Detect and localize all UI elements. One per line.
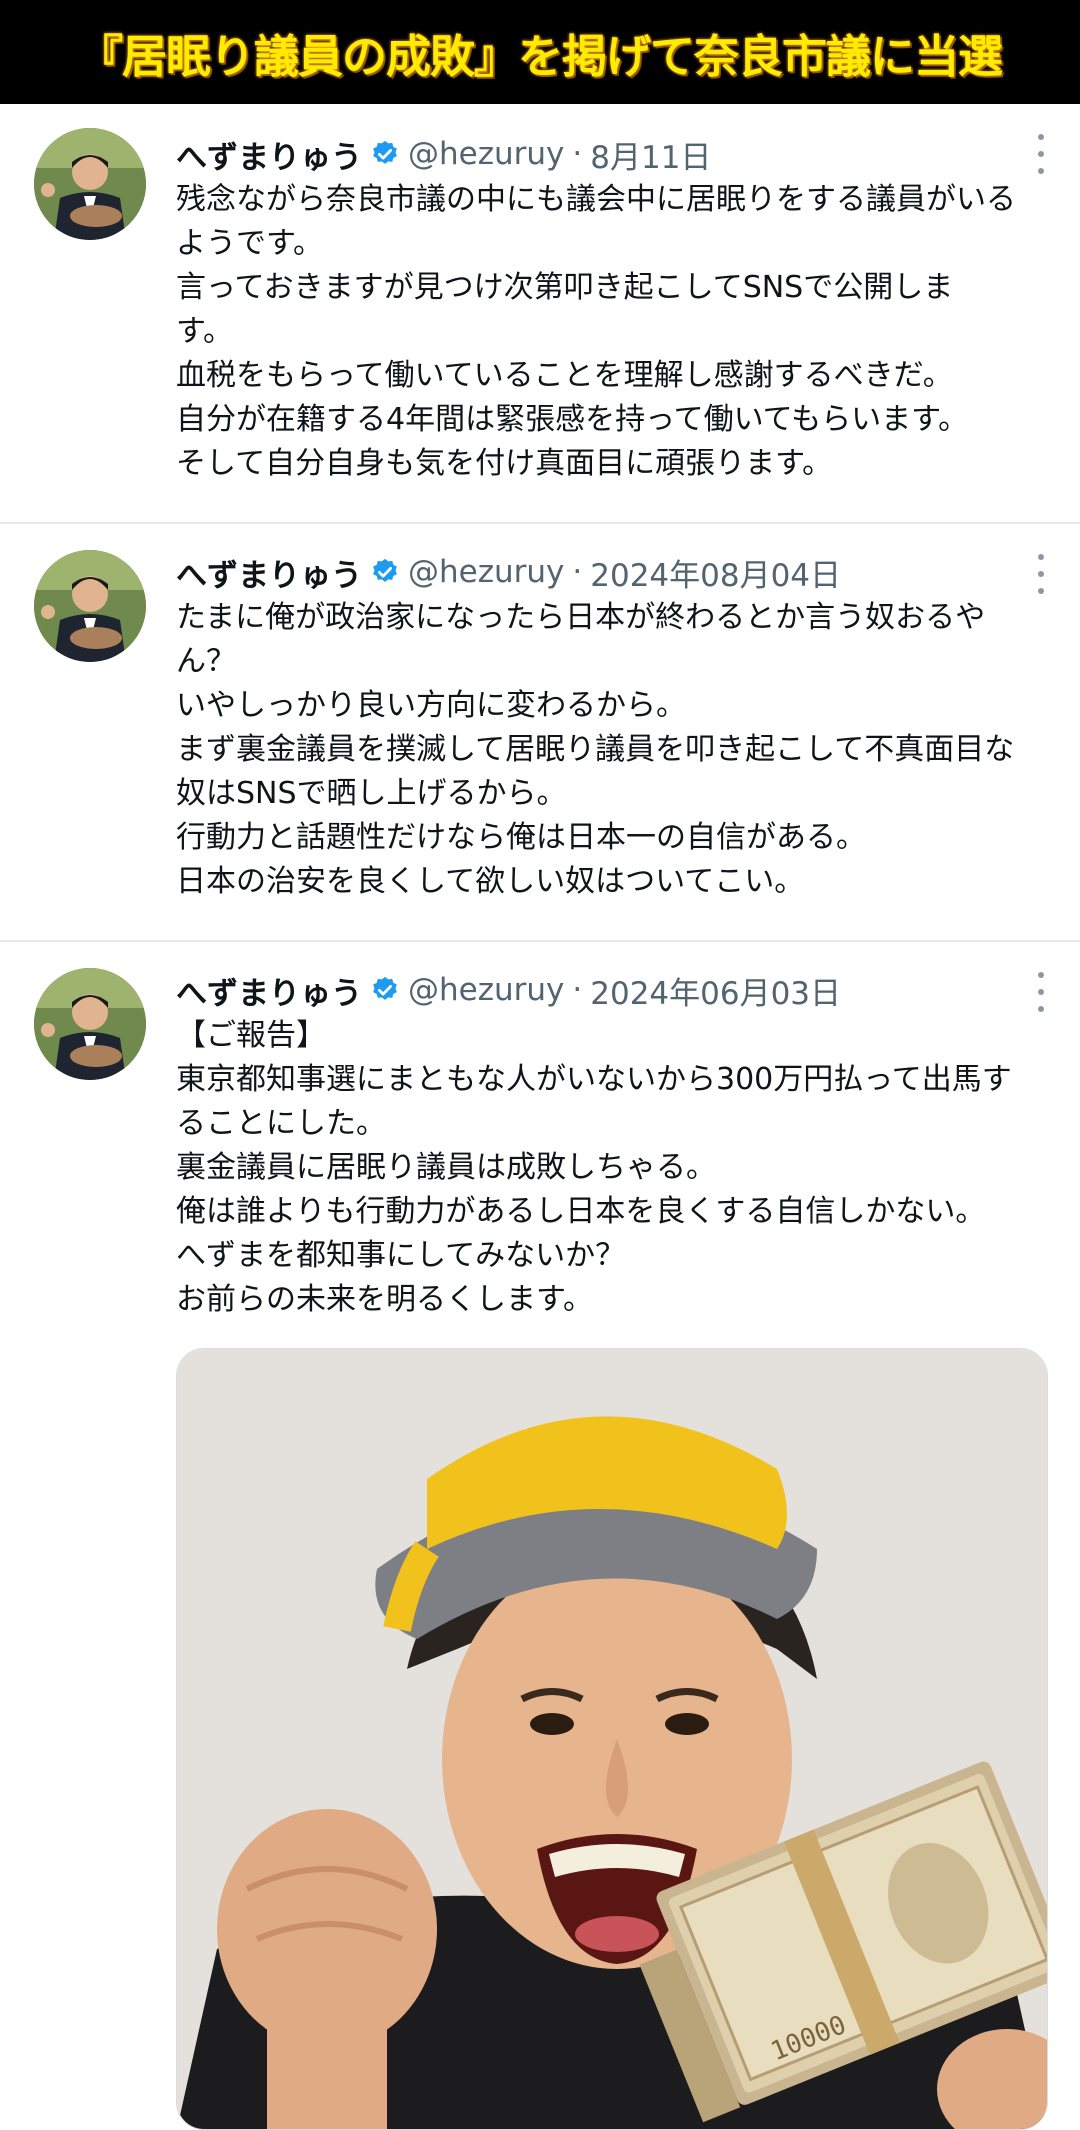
user-handle[interactable]: @hezuruy [408,136,564,172]
tweet-media-photo[interactable]: 10000 [176,1348,1048,2130]
verified-badge-icon [373,976,397,1000]
more-options-icon[interactable] [1036,554,1046,594]
display-name[interactable]: へずまりゅう [176,968,362,1013]
user-handle[interactable]: @hezuruy [408,554,564,590]
title-banner: 『居眠り議員の成敗』を掲げて奈良市議に当選 [0,0,1080,104]
verified-badge-icon [373,558,397,582]
tweet-text: 残念ながら奈良市議の中にも議会中に居眠りをする議員がいる ようです。 言っておき… [176,182,1016,481]
tweet-header: へずまりゅう @hezuruy · 8月11日 [176,130,711,178]
separator-dot: · [572,554,583,590]
user-handle[interactable]: @hezuruy [408,972,564,1008]
profile-avatar[interactable] [34,128,146,240]
tweet-text: たまに俺が政治家になったら日本が終わるとか言う奴おるや ん？ いやしっかり良い方… [176,600,1015,899]
tweet-date[interactable]: 2024年08月04日 [590,550,841,595]
separator-dot: · [572,972,583,1008]
banner-title: 『居眠り議員の成敗』を掲げて奈良市議に当選 [77,29,1003,83]
display-name[interactable]: へずまりゅう [176,132,362,177]
display-name[interactable]: へずまりゅう [176,550,362,595]
profile-avatar[interactable] [34,968,146,1080]
tweet-header: へずまりゅう @hezuruy · 2024年06月03日 [176,966,841,1014]
more-options-icon[interactable] [1036,972,1046,1012]
photo-illustration: 10000 [177,1349,1047,2129]
tweet-2[interactable]: へずまりゅう @hezuruy · 2024年08月04日 たまに俺が政治家にな… [0,524,1080,942]
profile-avatar[interactable] [34,550,146,662]
tweet-date[interactable]: 8月11日 [590,132,711,177]
tweet-header: へずまりゅう @hezuruy · 2024年08月04日 [176,548,841,596]
more-options-icon[interactable] [1036,134,1046,174]
tweet-date[interactable]: 2024年06月03日 [590,968,841,1013]
separator-dot: · [572,136,583,172]
tweet-text: 【ご報告】 東京都知事選にまともな人がいないから300万円払って出馬す ることに… [176,1018,1012,1317]
verified-badge-icon [373,140,397,164]
tweet-1[interactable]: へずまりゅう @hezuruy · 8月11日 残念ながら奈良市議の中にも議会中… [0,106,1080,524]
